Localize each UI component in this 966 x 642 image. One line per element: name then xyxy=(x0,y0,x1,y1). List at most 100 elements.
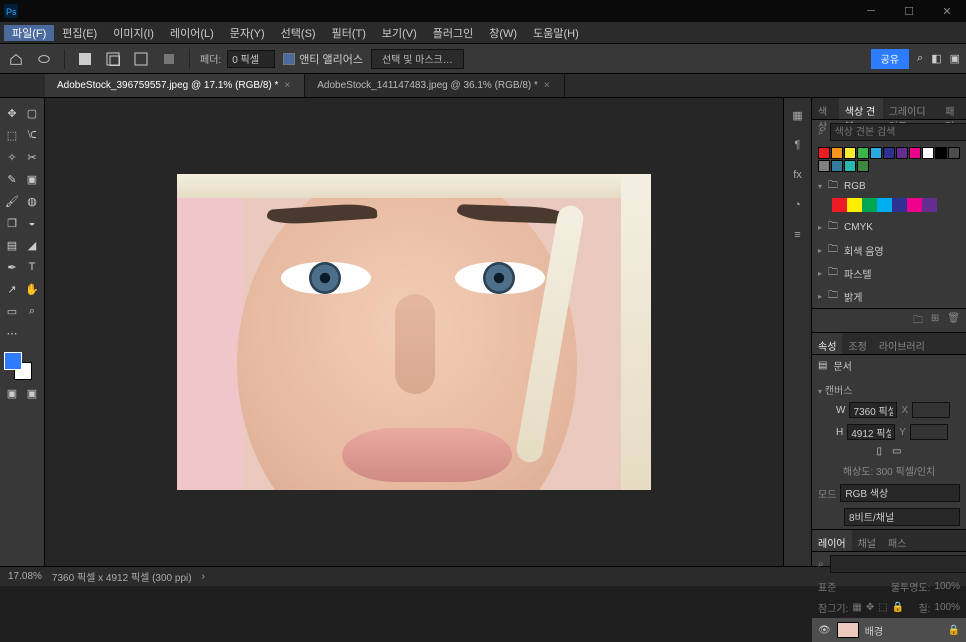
color-tab-1[interactable]: 색상 견본 xyxy=(839,98,883,119)
y-input[interactable] xyxy=(910,424,948,440)
blend-mode-select[interactable]: 표준 xyxy=(818,579,836,594)
menu-item-6[interactable]: 필터(T) xyxy=(324,25,374,41)
menu-item-2[interactable]: 이미지(I) xyxy=(105,25,162,41)
recent-swatch-11[interactable] xyxy=(818,160,830,172)
recent-swatch-9[interactable] xyxy=(935,147,947,159)
tool-zoom[interactable]: ⌕ xyxy=(22,301,42,321)
panel-icon-1[interactable]: ▦ xyxy=(789,106,807,124)
document-canvas[interactable] xyxy=(177,174,651,490)
foreground-swatch[interactable] xyxy=(4,352,22,370)
menu-item-8[interactable]: 플러그인 xyxy=(425,25,481,41)
layer-row-background[interactable]: 👁 배경 🔒 xyxy=(812,618,966,642)
tool-eyedropper[interactable]: ✎ xyxy=(2,169,22,189)
recent-swatch-5[interactable] xyxy=(883,147,895,159)
color-tab-0[interactable]: 색상 xyxy=(812,98,839,119)
menu-item-4[interactable]: 문자(Y) xyxy=(222,25,273,41)
panel-icon-3[interactable]: fx xyxy=(789,166,807,184)
window-close-button[interactable]: ✕ xyxy=(928,0,966,22)
feather-input[interactable] xyxy=(227,50,275,68)
tool-path[interactable]: ↗ xyxy=(2,279,22,299)
property-tab-1[interactable]: 조정 xyxy=(842,333,872,354)
tool-frame[interactable]: ▣ xyxy=(22,169,42,189)
orient-landscape-icon[interactable]: ▭ xyxy=(892,446,901,457)
mode-new-icon[interactable] xyxy=(75,49,95,69)
delete-swatch-icon[interactable]: 🗑 xyxy=(947,313,960,330)
tool-edit-toolbar[interactable]: ⋯ xyxy=(2,323,22,343)
recent-swatch-6[interactable] xyxy=(896,147,908,159)
rgb-swatch-6[interactable] xyxy=(922,198,937,212)
status-chevron-icon[interactable]: › xyxy=(202,571,205,582)
tool-shape[interactable]: ▭ xyxy=(2,301,22,321)
property-tab-0[interactable]: 속성 xyxy=(812,333,842,354)
workspace-icon[interactable]: ◧ xyxy=(931,52,941,65)
lock-pixels-icon[interactable]: ▦ xyxy=(852,602,861,613)
swatch-folder-2[interactable]: ▸🗀파스텔 xyxy=(812,262,966,285)
rgb-swatch-1[interactable] xyxy=(847,198,862,212)
mode-add-icon[interactable] xyxy=(103,49,123,69)
menu-item-5[interactable]: 선택(S) xyxy=(273,25,324,41)
rgb-swatch-5[interactable] xyxy=(907,198,922,212)
color-tab-2[interactable]: 그레이디언트 xyxy=(883,98,939,119)
rgb-swatch-0[interactable] xyxy=(832,198,847,212)
recent-swatch-4[interactable] xyxy=(870,147,882,159)
tool-hand[interactable]: ✋ xyxy=(22,279,42,299)
tool-clone[interactable]: ❐ xyxy=(2,213,22,233)
tool-spot-heal[interactable]: ◍ xyxy=(22,191,42,211)
recent-swatch-0[interactable] xyxy=(818,147,830,159)
new-folder-icon[interactable]: 🗀 xyxy=(913,313,923,330)
color-swatch-pair[interactable] xyxy=(2,352,32,382)
orient-portrait-icon[interactable]: ▯ xyxy=(877,446,883,457)
x-input[interactable] xyxy=(912,402,950,418)
swatch-folder-1[interactable]: ▸🗀회색 음영 xyxy=(812,239,966,262)
tool-lasso[interactable]: ⟈ xyxy=(22,125,42,145)
fill-value[interactable]: 100% xyxy=(934,602,960,613)
menu-item-3[interactable]: 레이어(L) xyxy=(162,25,222,41)
recent-swatch-7[interactable] xyxy=(909,147,921,159)
menu-item-7[interactable]: 보기(V) xyxy=(374,25,425,41)
width-input[interactable] xyxy=(849,402,897,418)
layer-tab-0[interactable]: 레이어 xyxy=(812,530,852,551)
height-input[interactable] xyxy=(847,424,895,440)
antialias-checkbox[interactable]: 앤티 앨리어스 xyxy=(283,51,363,67)
mode-select[interactable]: RGB 색상 xyxy=(840,484,960,502)
rgb-swatch-4[interactable] xyxy=(892,198,907,212)
layer-tab-1[interactable]: 채널 xyxy=(852,530,882,551)
share-button[interactable]: 공유 xyxy=(871,49,909,69)
recent-swatch-13[interactable] xyxy=(844,160,856,172)
tool-move[interactable]: ✥ xyxy=(2,103,22,123)
recent-swatch-3[interactable] xyxy=(857,147,869,159)
recent-swatch-8[interactable] xyxy=(922,147,934,159)
tool-paint-bucket[interactable]: ◢ xyxy=(22,235,42,255)
new-swatch-icon[interactable]: ⊞ xyxy=(931,313,939,330)
menu-item-0[interactable]: 파일(F) xyxy=(4,25,54,41)
close-tab-icon[interactable]: × xyxy=(544,80,550,91)
search-icon[interactable]: ⌕ xyxy=(917,52,923,65)
help-icon[interactable]: ▣ xyxy=(950,52,960,65)
recent-swatch-2[interactable] xyxy=(844,147,856,159)
tool-gradient[interactable]: ▤ xyxy=(2,235,22,255)
tool-quickmask[interactable]: ▣ xyxy=(2,383,22,403)
home-icon[interactable] xyxy=(6,49,26,69)
status-zoom[interactable]: 17.08% xyxy=(8,571,42,582)
tool-marquee[interactable]: ⬚ xyxy=(2,125,22,145)
panel-icon-2[interactable]: ¶ xyxy=(789,136,807,154)
lock-position-icon[interactable]: ✥ xyxy=(866,602,874,613)
tool-eraser[interactable]: ◒ xyxy=(22,213,42,233)
layer-filter-select[interactable] xyxy=(830,555,966,573)
mode-subtract-icon[interactable] xyxy=(131,49,151,69)
recent-swatch-10[interactable] xyxy=(948,147,960,159)
menu-item-1[interactable]: 편집(E) xyxy=(54,25,105,41)
tool-brush[interactable]: 🖌 xyxy=(2,191,22,211)
document-tab-1[interactable]: AdobeStock_141147483.jpeg @ 36.1% (RGB/8… xyxy=(305,74,565,97)
depth-select[interactable]: 8비트/채널 xyxy=(844,508,960,526)
opacity-value[interactable]: 100% xyxy=(934,581,960,592)
panel-icon-5[interactable]: ≡ xyxy=(789,226,807,244)
panel-icon-4[interactable]: ◔ xyxy=(789,196,807,214)
rgb-swatch-2[interactable] xyxy=(862,198,877,212)
visibility-eye-icon[interactable]: 👁 xyxy=(818,625,831,636)
tool-magic-wand[interactable]: ✧ xyxy=(2,147,22,167)
select-and-mask-button[interactable]: 선택 및 마스크… xyxy=(371,49,464,69)
swatch-folder-0[interactable]: ▸🗀CMYK xyxy=(812,216,966,239)
swatch-search-input[interactable] xyxy=(830,123,966,141)
layer-tab-2[interactable]: 패스 xyxy=(882,530,912,551)
